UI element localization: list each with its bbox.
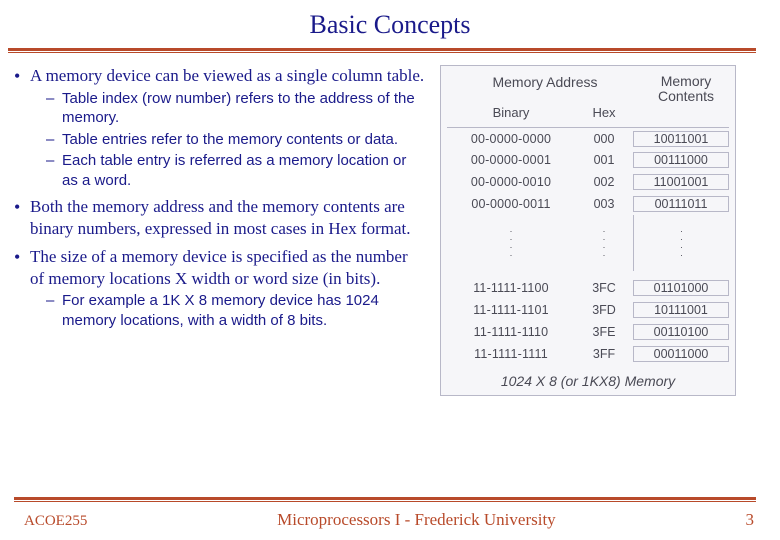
cell-contents: 00111011 (633, 196, 729, 212)
cell-binary: 00-0000-0011 (447, 197, 575, 211)
cell-binary: 11-1111-1111 (447, 347, 575, 361)
cell-hex: 001 (575, 153, 633, 167)
cell-hex: 3FD (575, 303, 633, 317)
cell-contents: 10111001 (633, 302, 729, 318)
table-row: 11-1111-1100 3FC 01101000 (447, 277, 729, 299)
cell-binary: 00-0000-0001 (447, 153, 575, 167)
fig-rows-bottom: 11-1111-1100 3FC 01101000 11-1111-1101 3… (447, 277, 729, 365)
table-row: 11-1111-1101 3FD 10111001 (447, 299, 729, 321)
page-number: 3 (746, 510, 755, 530)
fig-header-address: Memory Address (447, 74, 643, 103)
cell-binary: 11-1111-1101 (447, 303, 575, 317)
cell-binary: 11-1111-1110 (447, 325, 575, 339)
table-row: 11-1111-1111 3FF 00011000 (447, 343, 729, 365)
cell-hex: 3FF (575, 347, 633, 361)
sub-bullet: Each table entry is referred as a memory… (30, 151, 426, 190)
memory-figure: Memory Address Memory Contents Binary He… (440, 65, 736, 396)
cell-contents: 00011000 (633, 346, 729, 362)
table-row: 11-1111-1110 3FE 00110100 (447, 321, 729, 343)
cell-contents: 00111000 (633, 152, 729, 168)
figure-caption: 1024 X 8 (or 1KX8) Memory (447, 373, 729, 389)
bullet-item: A memory device can be viewed as a singl… (8, 65, 426, 190)
fig-subheader-hex: Hex (575, 105, 633, 120)
body-text: A memory device can be viewed as a singl… (8, 65, 438, 396)
vdots-icon: ···· (603, 227, 606, 259)
sub-bullet: Table entries refer to the memory conten… (30, 130, 426, 150)
bullet-text: Both the memory address and the memory c… (30, 197, 411, 238)
cell-hex: 3FC (575, 281, 633, 295)
cell-contents: 00110100 (633, 324, 729, 340)
cell-hex: 002 (575, 175, 633, 189)
footer: ACOE255 Microprocessors I - Frederick Un… (0, 497, 780, 530)
bullet-text: A memory device can be viewed as a singl… (30, 66, 424, 85)
fig-subheader-binary: Binary (447, 105, 575, 120)
sub-bullet: Table index (row number) refers to the a… (30, 89, 426, 128)
table-row: 00-0000-0001 001 00111000 (447, 149, 729, 171)
cell-binary: 00-0000-0000 (447, 132, 575, 146)
cell-hex: 000 (575, 132, 633, 146)
fig-header-contents: Memory Contents (643, 74, 729, 103)
bullet-text: The size of a memory device is specified… (30, 247, 408, 288)
vdots-icon: ···· (510, 227, 513, 259)
fig-rows-top: 00-0000-0000 000 10011001 00-0000-0001 0… (447, 126, 729, 215)
page-title: Basic Concepts (0, 0, 780, 48)
cell-contents: 10011001 (633, 131, 729, 147)
cell-contents: 01101000 (633, 280, 729, 296)
cell-binary: 11-1111-1100 (447, 281, 575, 295)
footer-center: Microprocessors I - Frederick University (87, 510, 745, 530)
cell-binary: 00-0000-0010 (447, 175, 575, 189)
course-code: ACOE255 (24, 513, 87, 530)
vdots-icon: ···· (680, 227, 683, 259)
table-row: 00-0000-0000 000 10011001 (447, 127, 729, 149)
bullet-item: Both the memory address and the memory c… (8, 196, 426, 240)
cell-hex: 003 (575, 197, 633, 211)
bullet-item: The size of a memory device is specified… (8, 246, 426, 331)
fig-ellipsis-row: ···· ···· ···· (447, 215, 729, 271)
table-row: 00-0000-0010 002 11001001 (447, 171, 729, 193)
cell-hex: 3FE (575, 325, 633, 339)
cell-contents: 11001001 (633, 174, 729, 190)
sub-bullet: For example a 1K X 8 memory device has 1… (30, 291, 426, 330)
table-row: 00-0000-0011 003 00111011 (447, 193, 729, 215)
